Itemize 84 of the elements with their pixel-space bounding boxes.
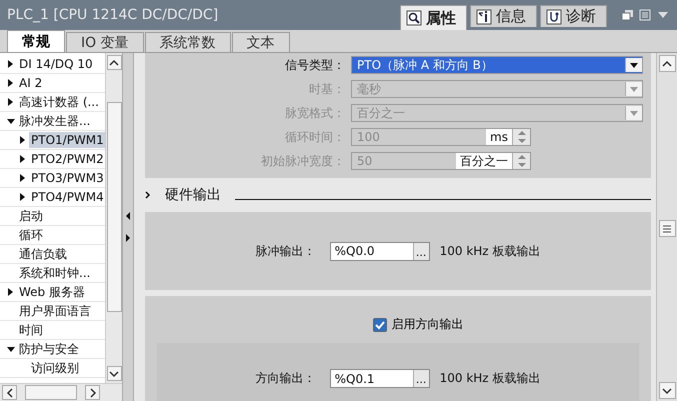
tree-item[interactable]: 访问级别	[29, 360, 81, 376]
scrollbar-thumb[interactable]	[658, 220, 676, 237]
collapsed-arrow-icon[interactable]	[7, 288, 14, 296]
up-arrow-icon	[516, 154, 526, 160]
collapsed-arrow-icon[interactable]	[19, 155, 26, 163]
inspector-tab[interactable]: 诊断	[540, 5, 607, 27]
dropdown[interactable]: PTO（脉冲 A 和方向 B）	[351, 56, 643, 74]
left-chevron-icon	[6, 388, 14, 398]
down-arrow-icon	[516, 162, 526, 168]
chevron-icon	[145, 191, 151, 199]
field-label: 初始脉冲宽度：	[260, 152, 346, 170]
scrollbar-thumb[interactable]	[106, 102, 122, 312]
grip-icon	[662, 224, 672, 232]
collapsed-arrow-icon[interactable]	[19, 136, 26, 144]
tree-item[interactable]: 脉冲发生器...	[17, 113, 92, 129]
scroll-right-button[interactable]	[85, 385, 100, 400]
down-arrow-icon	[516, 138, 526, 144]
tree-item[interactable]: Web 服务器	[17, 284, 87, 300]
window-title: PLC_1 [CPU 1214C DC/DC/DC]	[6, 7, 220, 25]
dropdown-caret-icon	[629, 108, 639, 118]
tree-item[interactable]: 高速计数器 (...	[17, 94, 101, 110]
tree-item[interactable]: 启动	[17, 208, 45, 224]
field-label: 时基：	[308, 80, 346, 98]
collapsed-arrow-icon[interactable]	[7, 98, 14, 106]
collapsed-arrow-icon[interactable]	[7, 60, 14, 68]
browse-button[interactable]: ...	[412, 370, 429, 387]
field-label: 脉宽格式：	[284, 104, 346, 122]
restore-icon	[621, 9, 633, 21]
scroll-up-button[interactable]	[106, 55, 122, 70]
field-label: 循环时间：	[284, 128, 346, 146]
scrollbar-thumb[interactable]	[25, 385, 77, 400]
field-label: 信号类型：	[284, 56, 346, 74]
tree-item[interactable]: 循环	[17, 227, 45, 243]
collapsed-arrow-icon[interactable]	[19, 174, 26, 182]
expand-arrow-icon[interactable]	[126, 234, 130, 242]
collapse-arrow-icon[interactable]	[126, 212, 130, 220]
scroll-down-button[interactable]	[658, 382, 676, 399]
tab[interactable]: 文本	[232, 32, 290, 52]
section-title: 硬件输出	[165, 186, 221, 204]
down-chevron-icon	[109, 370, 119, 378]
tab[interactable]: 常规	[7, 30, 65, 52]
info-icon	[476, 8, 492, 24]
tree-item[interactable]: 用户界面语言	[17, 303, 93, 319]
dropdown-caret-icon	[629, 84, 639, 94]
tree-item[interactable]: 时间	[17, 322, 45, 338]
field-label: 脉冲输出：	[256, 242, 316, 260]
tree-item[interactable]: PTO3/PWM3	[29, 170, 105, 186]
magnifier-icon	[406, 10, 422, 26]
checkbox[interactable]	[372, 318, 386, 332]
inspector-tab[interactable]: 信息	[470, 5, 537, 27]
tree-item[interactable]: PTO4/PWM4	[29, 189, 105, 205]
expanded-arrow-icon[interactable]	[6, 346, 14, 352]
tree-item[interactable]: PTO1/PWM1	[29, 132, 105, 148]
output-note: 100 kHz 板载输出	[440, 242, 540, 260]
stethoscope-icon	[546, 8, 562, 24]
right-chevron-icon	[88, 388, 96, 398]
checkmark-icon	[374, 320, 384, 330]
address-field[interactable]: %Q0.0 ...	[330, 242, 430, 260]
output-note: 100 kHz 板载输出	[440, 370, 540, 387]
tree-item[interactable]: DI 14/DQ 10	[17, 56, 95, 72]
tree-item[interactable]: AI 2	[17, 75, 44, 91]
inspector-tab[interactable]: 属性	[400, 5, 467, 30]
tree-item[interactable]: 系统和时钟...	[17, 265, 92, 281]
up-chevron-icon	[109, 58, 119, 66]
list-icon	[639, 9, 651, 21]
collapsed-arrow-icon[interactable]	[19, 193, 26, 201]
dropdown-caret-icon	[629, 60, 639, 70]
scroll-left-button[interactable]	[2, 385, 17, 400]
up-chevron-icon	[662, 60, 672, 68]
scroll-up-button[interactable]	[658, 55, 676, 72]
up-arrow-icon	[516, 130, 526, 136]
down-chevron-icon	[662, 386, 672, 394]
collapsed-arrow-icon[interactable]	[7, 79, 14, 87]
tree-item[interactable]: 防护与安全	[17, 341, 81, 357]
checkbox-label[interactable]: 启用方向输出	[392, 316, 464, 333]
tree-item[interactable]: 通信负载	[17, 246, 69, 262]
scroll-down-button[interactable]	[106, 366, 122, 381]
field-label: 方向输出：	[256, 370, 316, 387]
address-field[interactable]: %Q0.1 ...	[330, 369, 430, 388]
expanded-arrow-icon[interactable]	[6, 118, 14, 124]
tree-item[interactable]: PTO2/PWM2	[29, 151, 105, 167]
tab[interactable]: 系统常数	[144, 32, 231, 52]
browse-button[interactable]: ...	[412, 242, 429, 260]
tab[interactable]: IO 变量	[66, 32, 144, 52]
